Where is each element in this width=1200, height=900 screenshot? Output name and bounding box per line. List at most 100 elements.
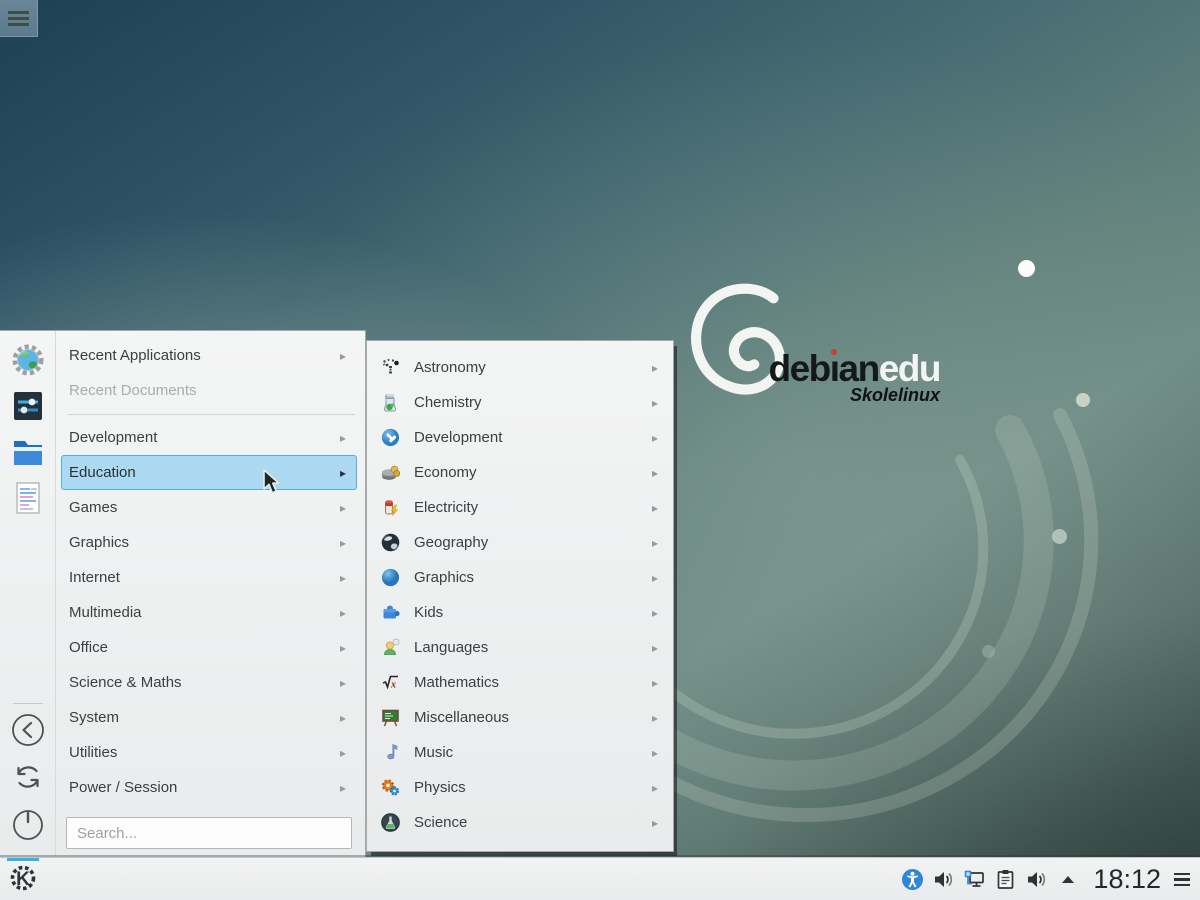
menu-item-science-maths[interactable]: Science & Maths▸ <box>61 665 357 700</box>
submenu-item-science[interactable]: Science▸ <box>367 805 673 840</box>
sidebar-tab-computer[interactable] <box>5 385 51 431</box>
education-submenu: Astronomy▸Chemistry▸Development▸Economy▸… <box>366 340 674 852</box>
submenu-arrow-icon: ▸ <box>652 501 661 515</box>
submenu-arrow-icon: ▸ <box>652 746 661 760</box>
submenu-item-development[interactable]: Development▸ <box>367 420 673 455</box>
submenu-item-geography[interactable]: Geography▸ <box>367 525 673 560</box>
submenu-arrow-icon: ▸ <box>340 536 349 550</box>
music-icon <box>380 742 401 763</box>
menu-item-games[interactable]: Games▸ <box>61 490 357 525</box>
svg-text:x: x <box>390 680 396 691</box>
astronomy-icon <box>380 357 401 378</box>
submenu-item-label: Development <box>414 429 652 446</box>
submenu-arrow-icon: ▸ <box>652 781 661 795</box>
submenu-item-chemistry[interactable]: Chemistry▸ <box>367 385 673 420</box>
menu-item-label: Office <box>69 639 340 656</box>
submenu-arrow-icon: ▸ <box>652 641 661 655</box>
submenu-item-label: Electricity <box>414 499 652 516</box>
submenu-item-music[interactable]: Music▸ <box>367 735 673 770</box>
menu-item-recent-documents: Recent Documents <box>61 373 357 408</box>
back-icon <box>11 713 45 752</box>
recent-documents-icon <box>12 480 44 521</box>
network-icon[interactable] <box>963 868 986 891</box>
folder-icon <box>10 435 46 474</box>
menu-separator <box>68 408 355 420</box>
submenu-item-languages[interactable]: Languages▸ <box>367 630 673 665</box>
submenu-item-kids[interactable]: Kids▸ <box>367 595 673 630</box>
submenu-arrow-icon: ▸ <box>652 466 661 480</box>
menu-item-label: Recent Applications <box>69 347 340 364</box>
accessibility-icon[interactable] <box>901 868 924 891</box>
clipboard-icon[interactable] <box>994 868 1017 891</box>
menu-item-recent-applications[interactable]: Recent Applications▸ <box>61 338 357 373</box>
submenu-arrow-icon: ▸ <box>340 431 349 445</box>
submenu-item-label: Languages <box>414 639 652 656</box>
desktop-dot <box>1052 529 1067 544</box>
submenu-item-physics[interactable]: Physics▸ <box>367 770 673 805</box>
application-menu: Recent Applications▸Recent DocumentsDeve… <box>0 330 366 857</box>
menu-item-multimedia[interactable]: Multimedia▸ <box>61 595 357 630</box>
desktop-dot <box>1018 260 1035 277</box>
menu-item-development[interactable]: Development▸ <box>61 420 357 455</box>
submenu-item-label: Miscellaneous <box>414 709 652 726</box>
submenu-item-label: Physics <box>414 779 652 796</box>
submenu-arrow-icon: ▸ <box>652 676 661 690</box>
desktop-dot <box>1076 393 1090 407</box>
submenu-arrow-icon: ▸ <box>340 466 349 480</box>
menu-item-label: System <box>69 709 340 726</box>
submenu-item-label: Graphics <box>414 569 652 586</box>
submenu-arrow-icon: ▸ <box>340 676 349 690</box>
submenu-item-graphics[interactable]: Graphics▸ <box>367 560 673 595</box>
menu-item-office[interactable]: Office▸ <box>61 630 357 665</box>
kde-launcher-button[interactable]: K <box>0 858 46 900</box>
leave-button[interactable] <box>11 809 45 843</box>
graphics-icon <box>380 567 401 588</box>
submenu-arrow-icon: ▸ <box>340 711 349 725</box>
desktop-toolbox-button[interactable] <box>0 0 38 37</box>
submenu-item-miscellaneous[interactable]: Miscellaneous▸ <box>367 700 673 735</box>
submenu-arrow-icon: ▸ <box>340 746 349 760</box>
submenu-item-label: Astronomy <box>414 359 652 376</box>
search-input[interactable] <box>66 817 352 849</box>
sidebar-tab-places[interactable] <box>5 431 51 477</box>
desktop-dot <box>982 645 995 658</box>
economy-icon <box>380 462 401 483</box>
svg-text:K: K <box>16 869 30 890</box>
electricity-icon <box>380 497 401 518</box>
submenu-arrow-icon: ▸ <box>340 606 349 620</box>
sidebar-tabs <box>5 331 51 523</box>
submenu-item-label: Science <box>414 814 652 831</box>
submenu-item-economy[interactable]: Economy▸ <box>367 455 673 490</box>
menu-item-system[interactable]: System▸ <box>61 700 357 735</box>
submenu-arrow-icon: ▸ <box>340 501 349 515</box>
applications-globe-icon <box>10 342 46 383</box>
refresh-button[interactable] <box>11 762 45 796</box>
submenu-item-label: Kids <box>414 604 652 621</box>
back-button[interactable] <box>11 715 45 749</box>
caret-up-icon[interactable] <box>1056 868 1079 891</box>
sidebar-separator <box>13 703 43 704</box>
menu-sidebar <box>0 331 56 857</box>
audio-volume-icon[interactable] <box>1025 868 1048 891</box>
submenu-item-electricity[interactable]: Electricity▸ <box>367 490 673 525</box>
submenu-item-mathematics[interactable]: xMathematics▸ <box>367 665 673 700</box>
languages-icon <box>380 637 401 658</box>
panel-hamburger-icon[interactable] <box>1174 873 1190 886</box>
miscellaneous-icon <box>380 707 401 728</box>
menu-item-graphics[interactable]: Graphics▸ <box>61 525 357 560</box>
submenu-item-label: Music <box>414 744 652 761</box>
menu-item-education[interactable]: Education▸ <box>61 455 357 490</box>
system-settings-icon <box>11 389 45 428</box>
menu-item-label: Games <box>69 499 340 516</box>
menu-item-internet[interactable]: Internet▸ <box>61 560 357 595</box>
menu-main: Recent Applications▸Recent DocumentsDeve… <box>56 331 365 857</box>
menu-item-utilities[interactable]: Utilities▸ <box>61 735 357 770</box>
audio-volume-icon[interactable] <box>932 868 955 891</box>
sidebar-tab-history[interactable] <box>5 477 51 523</box>
submenu-item-label: Economy <box>414 464 652 481</box>
digital-clock[interactable]: 18:12 <box>1093 864 1161 895</box>
sidebar-tab-applications[interactable] <box>5 339 51 385</box>
menu-item-list: Recent Applications▸Recent DocumentsDeve… <box>56 331 365 805</box>
submenu-item-astronomy[interactable]: Astronomy▸ <box>367 350 673 385</box>
menu-item-power-session[interactable]: Power / Session▸ <box>61 770 357 805</box>
